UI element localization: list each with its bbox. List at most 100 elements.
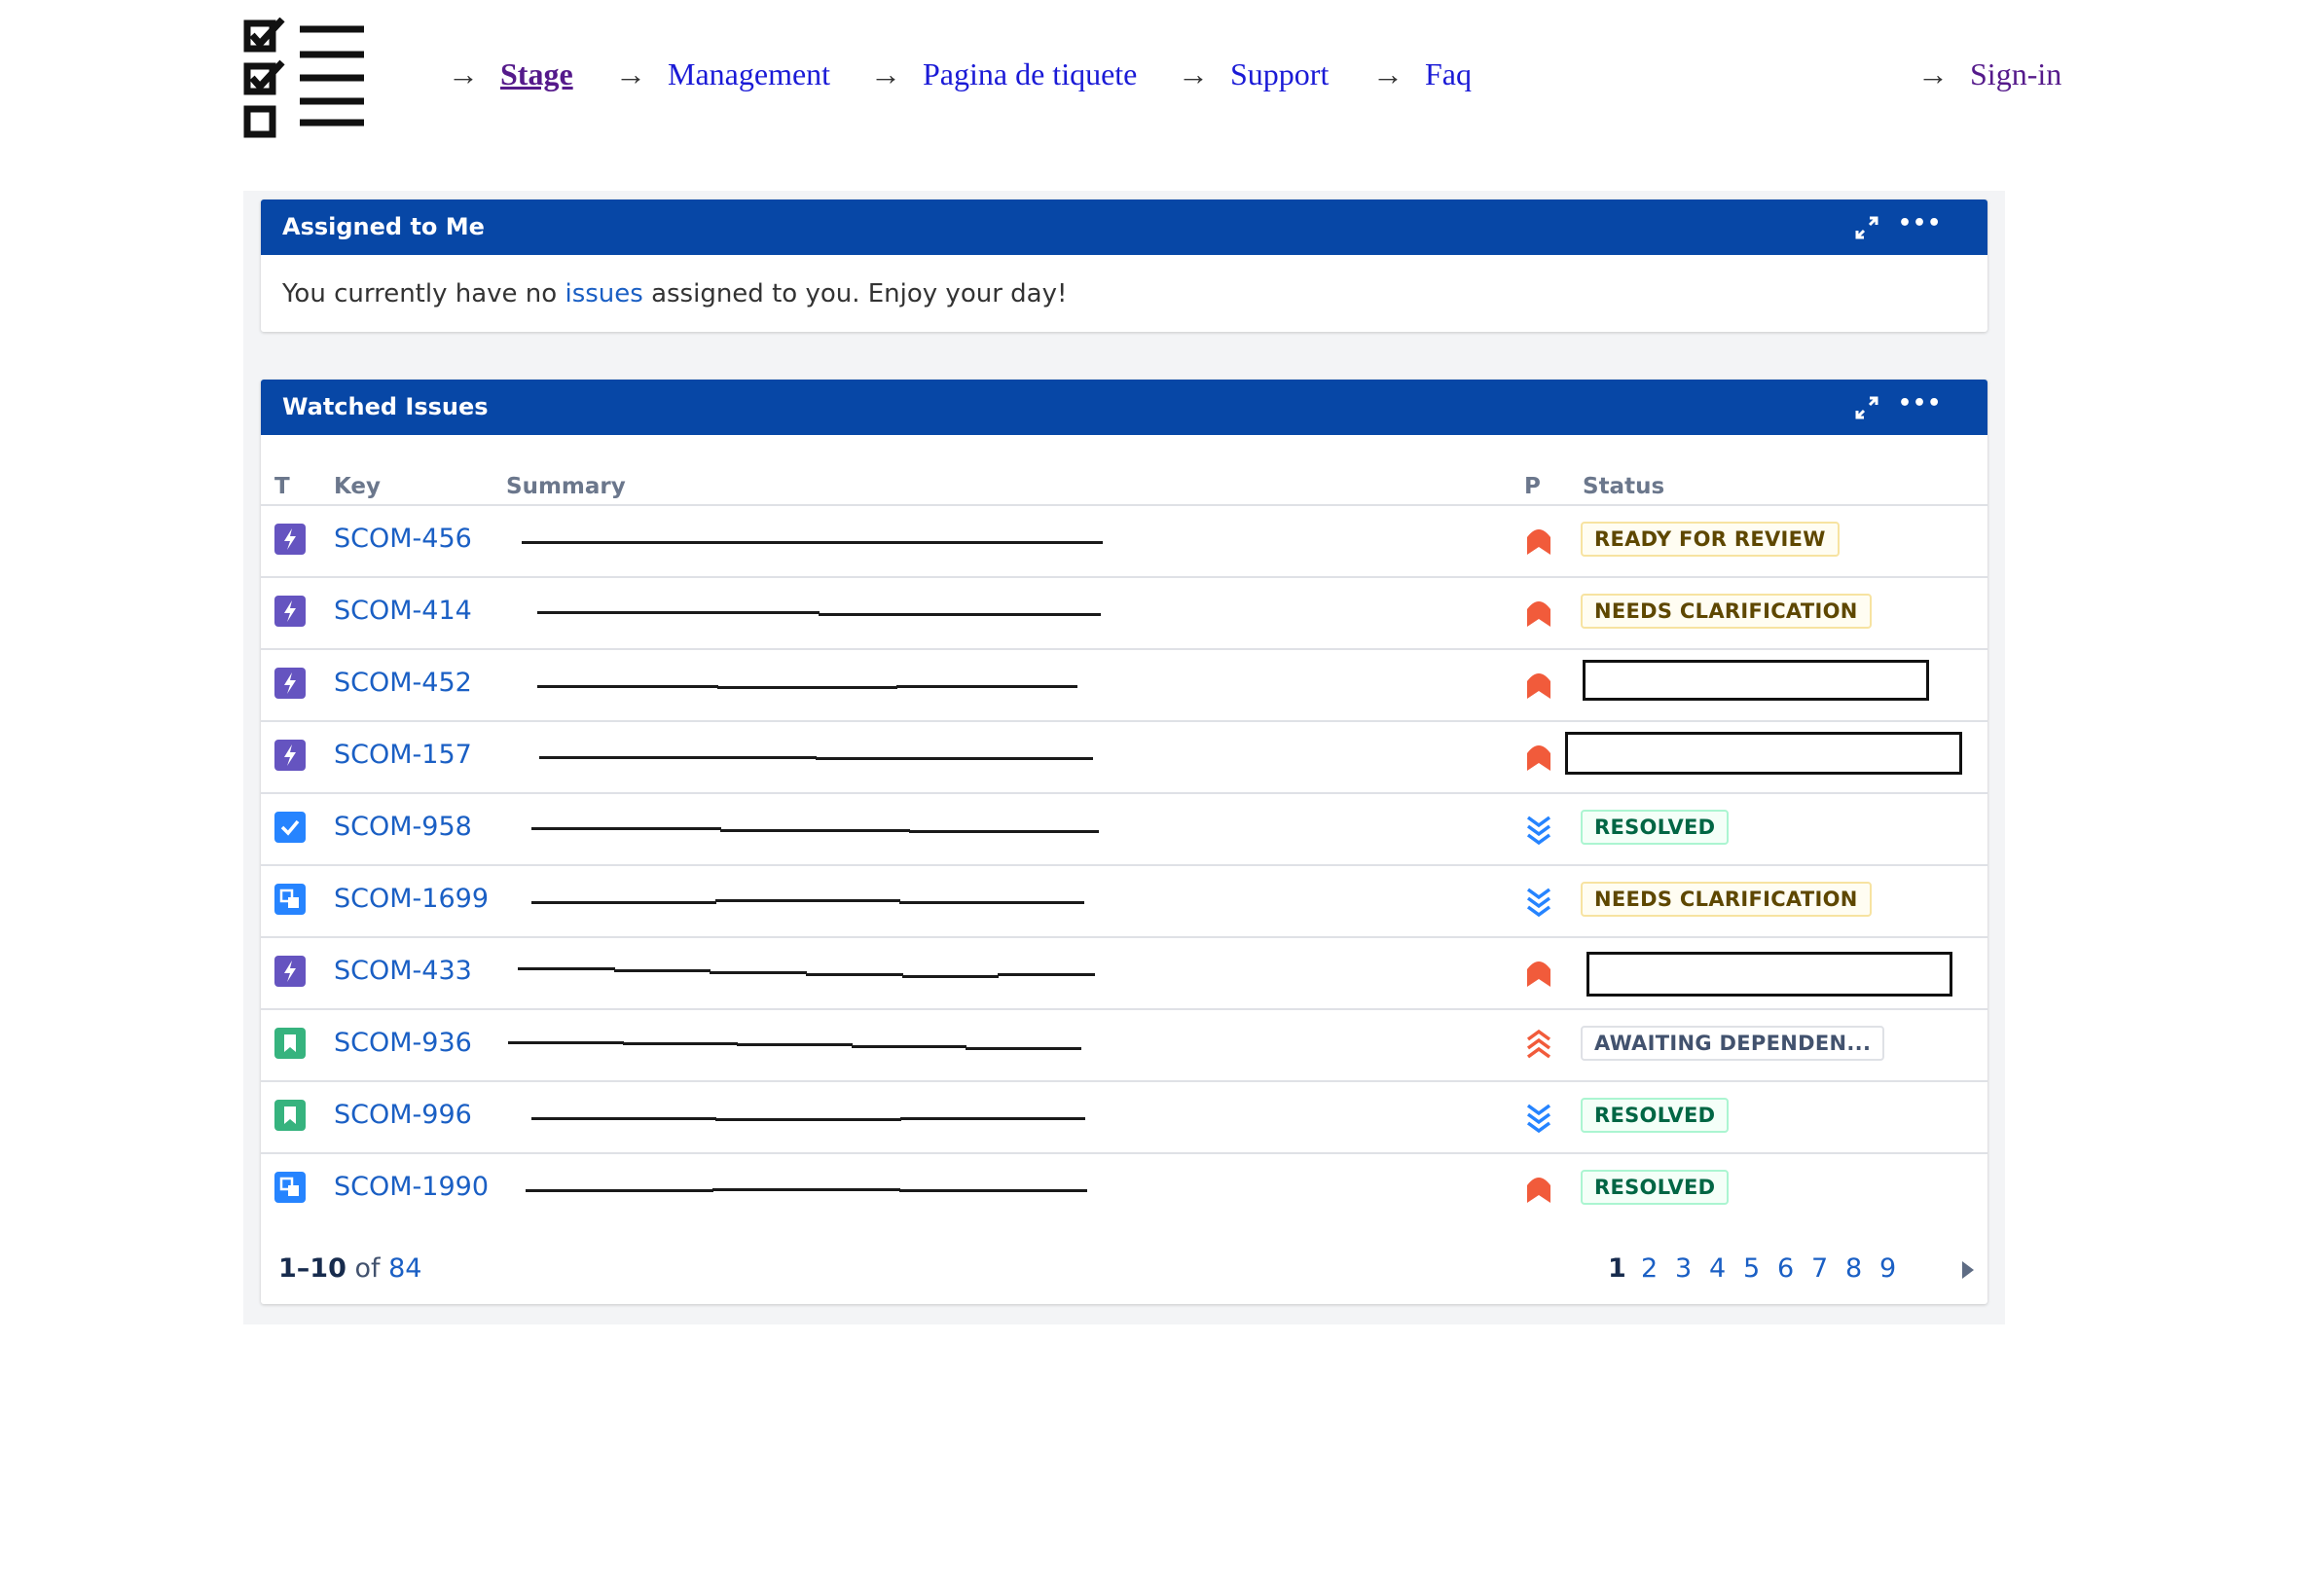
summary-redaction-line	[715, 1118, 901, 1121]
summary-redaction-line	[537, 611, 820, 614]
nav-item-faq[interactable]: → Faq	[1372, 56, 1472, 92]
summary-redaction-line	[966, 1047, 1081, 1050]
pagination-range: 1–10 of 84	[278, 1253, 421, 1284]
summary-redaction-line	[899, 1117, 1085, 1120]
issue-key-link[interactable]: SCOM-414	[334, 596, 472, 626]
table-row[interactable]: SCOM-414 NEEDS CLARIFICATION	[261, 576, 1987, 650]
summary-redaction-line	[531, 901, 716, 904]
expand-icon[interactable]	[1852, 393, 1881, 422]
summary-redaction-line	[899, 901, 1084, 904]
issue-key-link[interactable]: SCOM-1990	[334, 1172, 489, 1202]
status-badge: RESOLVED	[1581, 1170, 1730, 1205]
status-redaction-box	[1583, 660, 1929, 701]
table-row[interactable]: SCOM-157	[261, 720, 1987, 794]
page-link-6[interactable]: 6	[1777, 1253, 1794, 1284]
table-row[interactable]: SCOM-1699 NEEDS CLARIFICATION	[261, 864, 1987, 938]
summary-redaction-line	[531, 1117, 717, 1120]
column-header-status[interactable]: Status	[1583, 474, 1664, 499]
dashboard: Assigned to Me ••• You currently have no…	[243, 191, 2005, 1324]
summary-redaction-line	[613, 969, 711, 972]
issue-key-link[interactable]: SCOM-996	[334, 1100, 472, 1130]
story-issue-type-icon	[274, 1100, 306, 1131]
nav-item-sign-in[interactable]: → Sign-in	[1917, 56, 2061, 92]
nav-item-support[interactable]: → Support	[1178, 56, 1329, 92]
page-link-8[interactable]: 8	[1845, 1253, 1862, 1284]
nav-item-management[interactable]: → Management	[615, 56, 830, 92]
gadget-title: Watched Issues	[282, 393, 489, 420]
priority-high-icon	[1524, 524, 1553, 557]
page-link-2[interactable]: 2	[1641, 1253, 1658, 1284]
assigned-to-me-gadget: Assigned to Me ••• You currently have no…	[261, 200, 1987, 332]
summary-redaction-line	[531, 827, 721, 830]
message-text: assigned to you. Enjoy your day!	[642, 279, 1068, 308]
summary-redaction-line	[909, 830, 1099, 833]
column-header-priority[interactable]: P	[1524, 474, 1541, 499]
table-row[interactable]: SCOM-996 RESOLVED	[261, 1080, 1987, 1154]
total-count-link[interactable]: 84	[388, 1253, 421, 1284]
issue-key-link[interactable]: SCOM-433	[334, 956, 472, 986]
status-redaction-box	[1586, 952, 1952, 997]
expand-icon[interactable]	[1852, 213, 1881, 242]
watched-issues-gadget: Watched Issues ••• T Key Summary P Statu…	[261, 380, 1987, 1304]
summary-redaction-line	[537, 685, 718, 688]
column-header-type[interactable]: T	[274, 474, 290, 499]
message-text: You currently have no	[282, 279, 565, 308]
summary-redaction-line	[622, 1042, 739, 1045]
issue-key-link[interactable]: SCOM-157	[334, 740, 472, 770]
nav-item-label: Faq	[1425, 56, 1472, 91]
summary-redaction-line	[522, 541, 1103, 544]
priority-high-icon	[1524, 956, 1553, 989]
priority-lowest-icon	[1524, 884, 1553, 918]
task-issue-type-icon	[274, 812, 306, 843]
summary-redaction-line	[508, 1041, 624, 1044]
status-redaction-box	[1565, 732, 1962, 775]
priority-highest-icon	[1524, 1028, 1553, 1061]
page-link-3[interactable]: 3	[1675, 1253, 1692, 1284]
issue-key-link[interactable]: SCOM-1699	[334, 884, 489, 914]
nav-item-label: Management	[668, 56, 831, 91]
arrow-right-icon: →	[1917, 56, 1949, 91]
more-options-icon[interactable]: •••	[1898, 211, 1942, 236]
table-row[interactable]: SCOM-433	[261, 936, 1987, 1010]
issue-key-link[interactable]: SCOM-936	[334, 1028, 472, 1058]
nav-item-pagina-de-tiquete[interactable]: → Pagina de tiquete	[870, 56, 1137, 92]
summary-redaction-line	[901, 975, 1000, 978]
epic-issue-type-icon	[274, 740, 306, 771]
priority-high-icon	[1524, 1172, 1553, 1205]
nav-item-label: Pagina de tiquete	[923, 56, 1138, 91]
range-of-text: of	[346, 1253, 389, 1284]
nav-item-label: Support	[1230, 56, 1330, 91]
page-link-5[interactable]: 5	[1743, 1253, 1760, 1284]
column-header-key[interactable]: Key	[334, 474, 381, 499]
page-link-4[interactable]: 4	[1709, 1253, 1726, 1284]
table-row[interactable]: SCOM-452	[261, 648, 1987, 722]
summary-redaction-line	[716, 686, 898, 689]
status-badge: RESOLVED	[1581, 810, 1730, 845]
page-link-9[interactable]: 9	[1879, 1253, 1896, 1284]
range-text: 1–10	[278, 1253, 346, 1284]
arrow-right-icon: →	[1178, 56, 1209, 91]
status-badge: NEEDS CLARIFICATION	[1581, 882, 1872, 917]
nav-item-stage[interactable]: → Stage	[448, 56, 573, 92]
status-badge: NEEDS CLARIFICATION	[1581, 594, 1872, 629]
issues-link[interactable]: issues	[565, 279, 642, 308]
next-page-icon[interactable]	[1960, 1259, 1976, 1281]
summary-redaction-line	[737, 1043, 853, 1046]
priority-high-icon	[1524, 668, 1553, 701]
summary-redaction-line	[526, 1189, 713, 1192]
table-row[interactable]: SCOM-936 AWAITING DEPENDEN...	[261, 1008, 1987, 1082]
more-options-icon[interactable]: •••	[1898, 391, 1942, 416]
table-row[interactable]: SCOM-958 RESOLVED	[261, 792, 1987, 866]
summary-redaction-line	[710, 971, 807, 974]
issue-key-link[interactable]: SCOM-456	[334, 524, 472, 554]
epic-issue-type-icon	[274, 596, 306, 627]
issue-key-link[interactable]: SCOM-452	[334, 668, 472, 698]
page-link-1[interactable]: 1	[1608, 1253, 1626, 1284]
column-header-summary[interactable]: Summary	[506, 474, 626, 499]
page-link-7[interactable]: 7	[1811, 1253, 1828, 1284]
table-row[interactable]: SCOM-456 READY FOR REVIEW	[261, 504, 1987, 578]
table-row[interactable]: SCOM-1990 RESOLVED	[261, 1152, 1987, 1226]
subtask-issue-type-icon	[274, 884, 306, 915]
issue-key-link[interactable]: SCOM-958	[334, 812, 472, 842]
arrow-right-icon: →	[870, 56, 901, 91]
